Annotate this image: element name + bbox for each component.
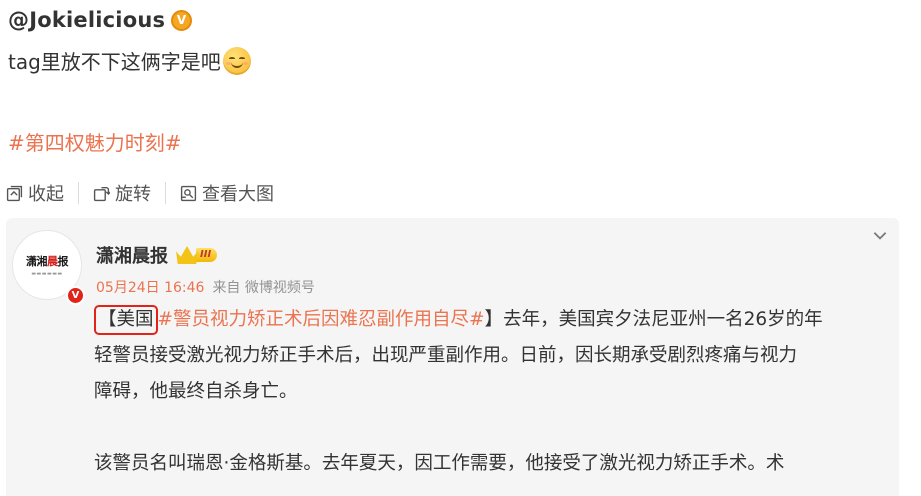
view-large-label: 查看大图 (202, 184, 274, 205)
post-timestamp[interactable]: 05月24日 16:46 (96, 277, 204, 297)
membership-level: III (196, 248, 218, 262)
boxed-text: 美国 (116, 309, 154, 330)
repost-text-content: tag里放不下这俩字是吧 (8, 50, 221, 74)
view-large-button[interactable]: 查看大图 (180, 180, 274, 206)
repost-username[interactable]: @Jokielicious (8, 8, 165, 32)
card-avatar[interactable]: 潇湘晨报 ▬▬▬▬▬▬ V (12, 230, 86, 305)
view-large-icon (180, 185, 197, 201)
collapse-button[interactable]: 收起 (6, 180, 64, 206)
rotate-icon (93, 186, 110, 201)
avatar-logo: 潇湘晨报 (26, 255, 68, 268)
divider (165, 182, 166, 204)
repost-topic-link[interactable]: #第四权魅力时刻# (8, 127, 182, 156)
repost-text: tag里放不下这俩字是吧 (8, 46, 251, 75)
collapse-label: 收起 (28, 184, 64, 205)
membership-crown-icon[interactable]: III (176, 246, 218, 264)
divider (78, 182, 79, 204)
verified-icon: V (66, 286, 85, 305)
verified-icon: V (171, 9, 193, 31)
card-topic-link[interactable]: #警员视力矫正术后因难忍副作用自尽# (158, 309, 485, 330)
repost-author[interactable]: @Jokielicious V (8, 8, 193, 32)
card-author-row: 潇湘晨报 III (96, 242, 218, 268)
highlight-box: 【美国 (94, 305, 158, 335)
card-meta: 05月24日 16:46 来自 微博视频号 (96, 277, 315, 297)
rotate-button[interactable]: 旋转 (93, 180, 151, 206)
card-author-name[interactable]: 潇湘晨报 (96, 242, 168, 268)
chevron-down-icon[interactable] (871, 226, 889, 244)
original-post-card[interactable]: 潇湘晨报 ▬▬▬▬▬▬ V 潇湘晨报 III 05月24日 16:46 来自 微… (6, 218, 899, 496)
card-body: 【美国 #警员视力矫正术后因难忍副作用自尽#】去年，美国宾夕法尼亚州一名26岁的年… (94, 302, 894, 482)
weibo-post: @Jokielicious V tag里放不下这俩字是吧 #第四权魅力时刻# 收… (0, 0, 921, 496)
post-source[interactable]: 来自 微博视频号 (212, 277, 314, 297)
smile-blush-icon (222, 46, 251, 75)
avatar-sub-bar: ▬▬▬▬▬▬ (31, 271, 63, 277)
card-paragraph-1: 【美国 #警员视力矫正术后因难忍副作用自尽#】去年，美国宾夕法尼亚州一名26岁的年… (94, 302, 894, 410)
card-paragraph-2: 该警员名叫瑞恩·金格斯基。去年夏天，因工作需要，他接受了激光视力矫正手术。术 (94, 453, 785, 474)
image-action-bar: 收起 旋转 查看大图 (6, 180, 274, 206)
rotate-label: 旋转 (115, 184, 151, 205)
collapse-icon (6, 185, 23, 201)
